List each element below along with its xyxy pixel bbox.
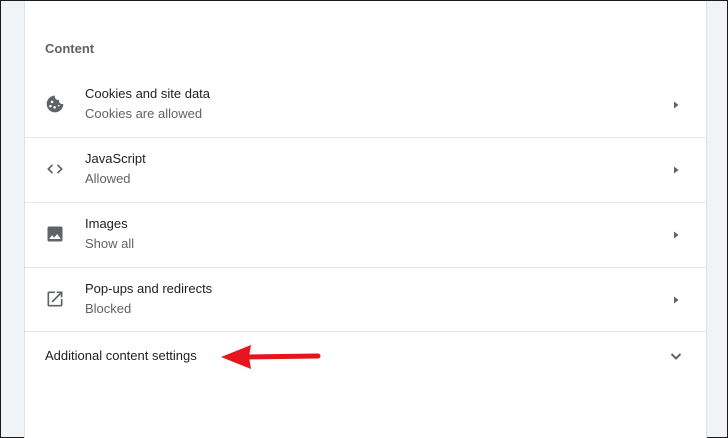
setting-title: Cookies and site data	[85, 86, 211, 101]
additional-content-settings[interactable]: Additional content settings	[25, 331, 706, 379]
cookie-icon	[45, 94, 65, 114]
section-title: Content	[45, 41, 95, 56]
open-in-new-icon	[45, 289, 65, 309]
chevron-right-icon	[670, 294, 682, 306]
setting-title: Pop-ups and redirects	[85, 281, 213, 296]
chevron-right-icon	[670, 99, 682, 111]
content-setting-popups[interactable]: Pop-ups and redirects Blocked	[25, 267, 706, 331]
chevron-down-icon[interactable]	[668, 348, 684, 364]
setting-status: Allowed	[85, 171, 131, 186]
screenshot-frame: Content Cookies and site data Cookies ar…	[0, 0, 728, 438]
setting-title: Images	[85, 216, 128, 231]
setting-status: Show all	[85, 236, 135, 251]
setting-title: JavaScript	[85, 151, 146, 166]
chevron-right-icon	[670, 164, 682, 176]
content-setting-javascript[interactable]: JavaScript Allowed	[25, 137, 706, 201]
code-icon	[45, 159, 65, 179]
image-icon	[45, 224, 65, 244]
setting-status: Cookies are allowed	[85, 106, 203, 121]
settings-card: Content Cookies and site data Cookies ar…	[24, 1, 707, 438]
content-setting-cookies[interactable]: Cookies and site data Cookies are allowe…	[25, 73, 706, 137]
additional-content-settings-label: Additional content settings	[45, 348, 197, 363]
chevron-right-icon	[670, 229, 682, 241]
content-setting-images[interactable]: Images Show all	[25, 202, 706, 266]
red-arrow-icon	[219, 344, 321, 370]
setting-status: Blocked	[85, 301, 132, 316]
